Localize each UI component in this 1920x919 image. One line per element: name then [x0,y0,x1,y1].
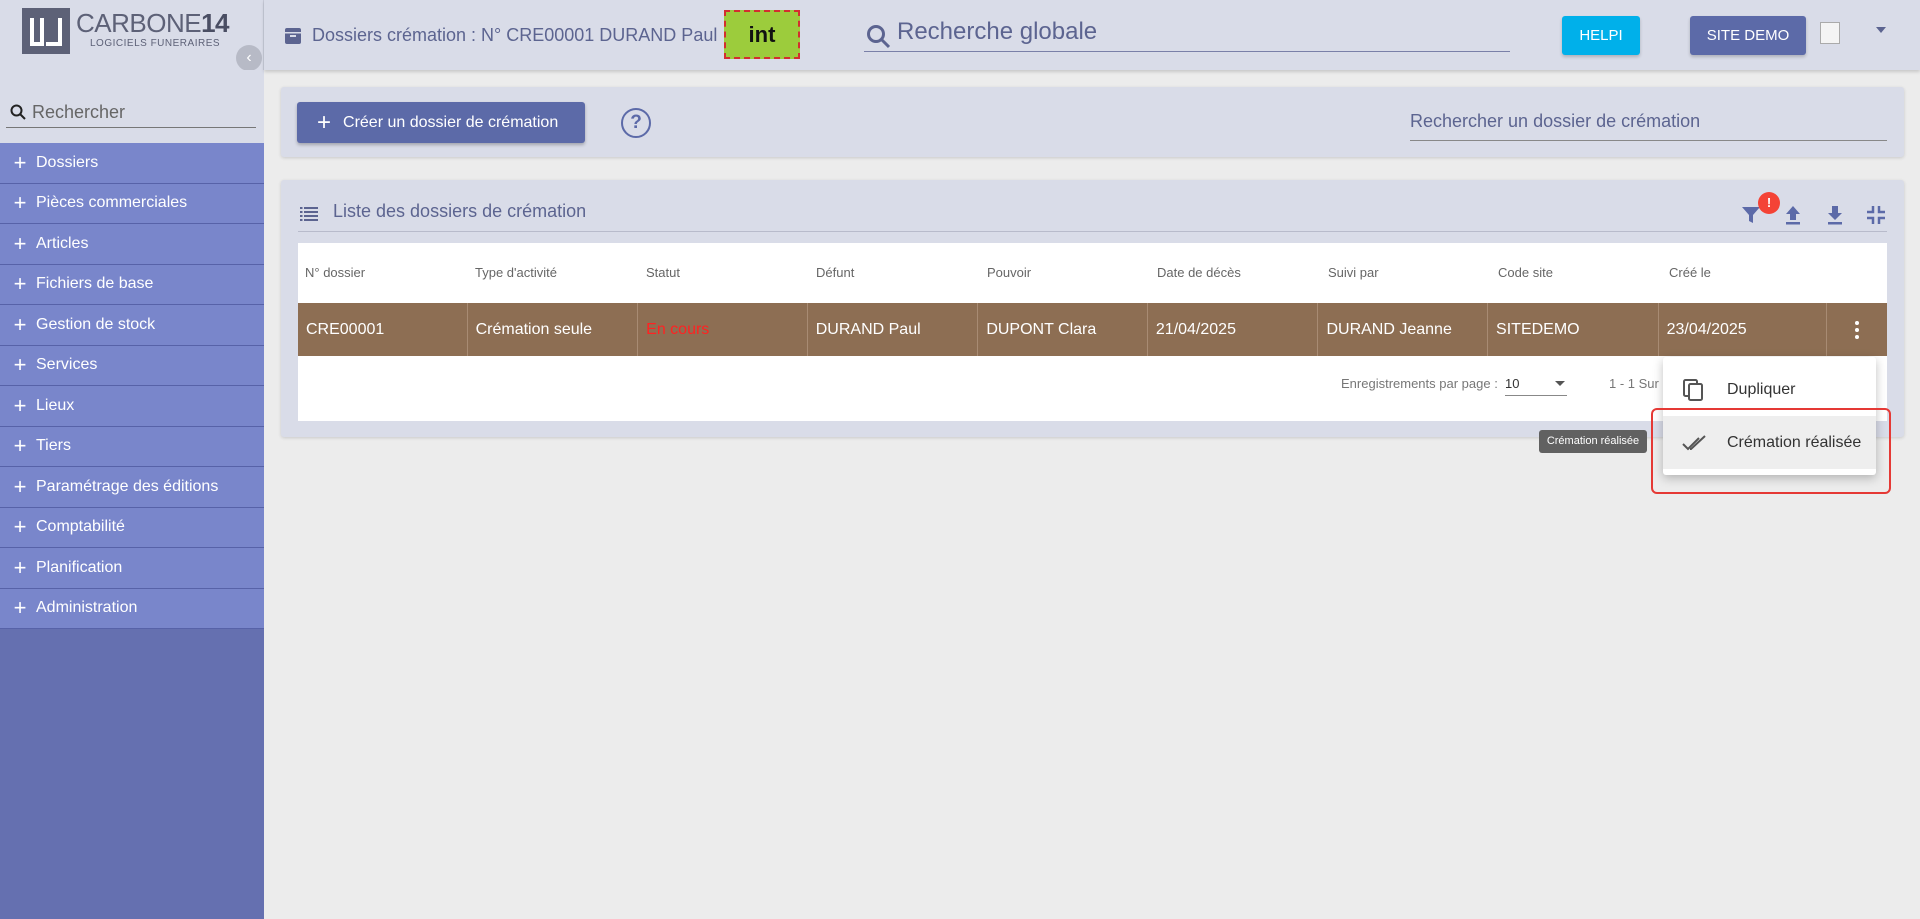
status-cell: En cours [638,303,808,356]
menu-item-label: Dupliquer [1727,380,1796,398]
helpi-button[interactable]: HELPI [1562,16,1640,55]
sidebar-item-administration[interactable]: + Administration [0,588,264,629]
brand-tagline: LOGICIELS FUNERAIRES [90,38,221,49]
plus-icon: + [13,595,27,621]
column-header[interactable]: Créé le [1662,243,1832,303]
column-header[interactable]: Type d'activité [468,243,639,303]
sidebar-item-articles[interactable]: + Articles [0,224,264,265]
list-icon [300,207,318,221]
column-header[interactable]: Suivi par [1321,243,1491,303]
help-icon[interactable]: ? [621,108,651,138]
plus-icon: + [13,190,27,216]
table-cell: DURAND Jeanne [1318,303,1489,356]
page-range: 1 - 1 Sur 1 [1609,376,1670,391]
archive-icon [285,27,301,44]
plus-icon: + [13,514,27,540]
page-title: Dossiers crémation : N° CRE00001 DURAND … [284,25,717,46]
global-search-placeholder: Recherche globale [897,18,1098,45]
table-cell: SITEDEMO [1488,303,1659,356]
chevron-down-icon[interactable] [1876,27,1886,33]
download-icon[interactable] [1824,204,1846,226]
table-cell: 23/04/2025 [1659,303,1828,356]
column-header[interactable]: Pouvoir [980,243,1150,303]
chevron-down-icon [1555,381,1565,386]
global-search-input[interactable]: Recherche globale [864,12,1510,52]
sidebar-item-dossiers[interactable]: + Dossiers [0,143,264,184]
row-more-icon[interactable] [1827,303,1887,356]
table-cell: CRE00001 [298,303,468,356]
plus-icon: + [13,311,27,337]
create-cremation-button[interactable]: + Créer un dossier de crémation [297,102,585,143]
pagination: Enregistrements par page : 10 1 - 1 Sur … [298,356,1887,421]
logo-area: CARBONE14 LOGICIELS FUNERAIRES ‹ [0,0,264,71]
plus-icon: + [13,473,27,499]
action-bar: + Créer un dossier de crémation ? Recher… [281,87,1904,157]
dossier-search-input[interactable]: Rechercher un dossier de crémation [1410,101,1887,141]
per-page-select[interactable]: 10 [1505,370,1567,396]
copy-icon [1683,378,1703,401]
filter-alert-badge: ! [1758,192,1780,214]
collapse-sidebar-button[interactable]: ‹ [236,45,262,71]
column-header[interactable]: Date de décès [1150,243,1321,303]
table-row[interactable]: CRE00001 Crémation seule En cours DURAND… [298,303,1887,356]
column-header[interactable]: Défunt [809,243,980,303]
sidebar-menu: + Dossiers + Pièces commerciales + Articles… [0,143,264,629]
sidebar-item-services[interactable]: + Services [0,345,264,386]
upload-icon[interactable] [1782,204,1804,226]
sidebar-item-pieces-commerciales[interactable]: + Pièces commerciales [0,183,264,224]
per-page-label: Enregistrements par page : [1341,376,1498,391]
table-cell: 21/04/2025 [1148,303,1319,356]
sidebar-item-parametrage-editions[interactable]: + Paramétrage des éditions [0,467,264,508]
dossier-table: N° dossier Type d'activité Statut Défunt… [298,243,1887,421]
plus-icon: + [317,108,332,136]
sidebar-search-placeholder: Rechercher [32,102,126,122]
table-header: N° dossier Type d'activité Statut Défunt… [298,243,1887,303]
dossier-list-card: Liste des dossiers de crémation ! N° dos… [281,180,1904,437]
collapse-icon[interactable] [1865,204,1887,226]
plus-icon: + [13,149,27,175]
logo-icon [22,8,70,54]
plus-icon: + [13,271,27,297]
sidebar-item-gestion-de-stock[interactable]: + Gestion de stock [0,305,264,346]
list-title: Liste des dossiers de crémation [333,201,587,221]
site-button[interactable]: SITE DEMO [1690,16,1806,55]
search-icon [867,25,891,49]
column-header[interactable]: Code site [1491,243,1662,303]
table-cell: Crémation seule [468,303,639,356]
plus-icon: + [13,554,27,580]
column-header[interactable]: Statut [639,243,809,303]
environment-badge: int [724,10,800,59]
search-icon [10,104,26,120]
avatar[interactable] [1820,22,1840,44]
create-cremation-label: Créer un dossier de crémation [343,113,559,131]
table-cell: DURAND Paul [808,303,979,356]
list-header: Liste des dossiers de crémation ! [298,192,1887,232]
sidebar-item-lieux[interactable]: + Lieux [0,386,264,427]
sidebar-item-comptabilite[interactable]: + Comptabilité [0,507,264,548]
plus-icon: + [13,352,27,378]
sidebar-search-input[interactable]: Rechercher [6,90,256,128]
dossier-search-placeholder: Rechercher un dossier de crémation [1410,111,1701,131]
sidebar-search: Rechercher [0,70,264,144]
sidebar-item-fichiers-de-base[interactable]: + Fichiers de base [0,264,264,305]
page-title-text: Dossiers crémation : N° CRE00001 DURAND … [312,25,718,45]
sidebar-item-planification[interactable]: + Planification [0,548,264,589]
brand-name: CARBONE14 [76,8,229,38]
table-cell: DUPONT Clara [978,303,1148,356]
plus-icon: + [13,433,27,459]
tooltip: Crémation réalisée [1539,430,1647,453]
highlight-annotation [1651,408,1891,494]
top-header: Dossiers crémation : N° CRE00001 DURAND … [264,0,1920,70]
plus-icon: + [13,230,27,256]
plus-icon: + [13,392,27,418]
sidebar-item-tiers[interactable]: + Tiers [0,426,264,467]
column-header[interactable]: N° dossier [298,243,468,303]
